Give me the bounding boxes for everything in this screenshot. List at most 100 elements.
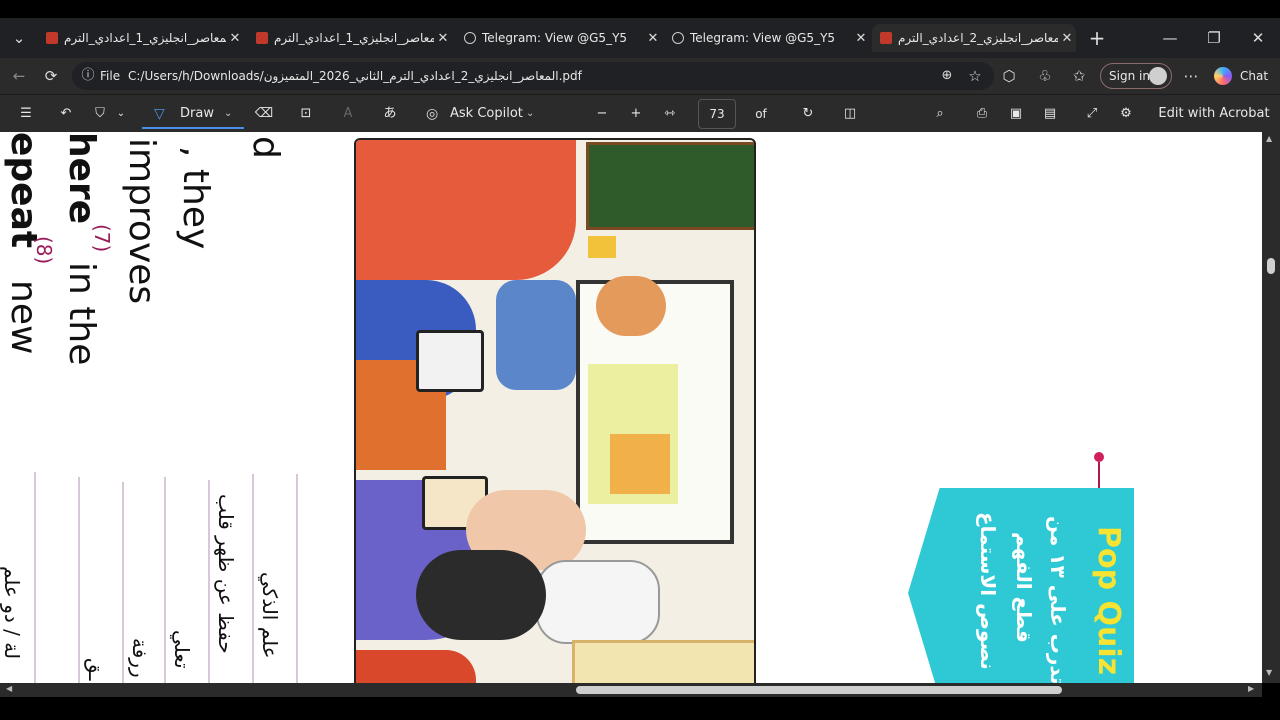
tab-4[interactable]: Telegram: View @G5_Y5 ✕ [664,24,870,52]
arabic-text: ررفة [128,638,152,678]
eraser-icon[interactable]: ⌫ [252,95,276,133]
refresh-button[interactable]: ⟳ [38,62,64,90]
more-menu-icon[interactable]: ⋯ [1180,62,1202,90]
pop-quiz-title: Pop Quiz [1091,526,1126,676]
page-total: of 330 [750,107,773,159]
zoom-in-button[interactable]: + [624,95,648,133]
vertical-scrollbar[interactable]: ▲ ▼ [1262,132,1280,683]
draw-button[interactable]: ▽ Draw ⌄ [142,95,244,133]
page-text-line: improves [121,138,162,305]
scrollbar-thumb[interactable] [576,686,1062,694]
page-text-line: in the [61,262,102,366]
contents-icon[interactable]: ☰ [14,95,38,133]
back-button[interactable]: ← [6,62,32,90]
copilot-outline-icon: ◎ [426,106,439,122]
close-icon[interactable]: ✕ [852,31,870,46]
tab-2[interactable]: المعاصر_انجليزي_1_اعدادي_الترم* ✕ [248,24,452,52]
ask-copilot-button[interactable]: ◎ Ask Copilot ⌄ [420,95,542,133]
fullscreen-icon[interactable]: ⤢ [1080,95,1104,133]
close-icon[interactable]: ✕ [434,31,452,46]
zoom-out-button[interactable]: − [590,95,614,133]
copilot-icon [1214,67,1232,85]
pdf-icon [46,32,58,44]
page-number-label: (7) [90,224,114,253]
scroll-right-arrow[interactable]: ▶ [1248,684,1254,693]
address-bar[interactable]: ⓘ File C:/Users/h/Downloads/المعاصر_انجل… [72,62,994,90]
student-figure [356,650,476,683]
tab-bar: ⌄ المعاصر_انجليزي_1_اعدادي_الترم ✕ المعا… [0,18,1280,58]
tab-title: Telegram: View @G5_Y5 [690,31,836,45]
close-icon[interactable]: ✕ [644,31,662,46]
table-line [78,477,80,683]
student-figure [356,140,576,280]
extensions-icon[interactable]: ⬡ [998,62,1020,90]
sign-in-button[interactable]: Sign in [1100,63,1172,89]
pop-quiz-text: نصوص الاستماع [976,512,1000,670]
tab-1[interactable]: المعاصر_انجليزي_1_اعدادي_الترم ✕ [38,24,244,52]
arabic-text: لة / دو علم [0,566,24,660]
info-icon[interactable]: ⓘ [78,62,98,90]
minimize-button[interactable]: — [1158,24,1182,52]
tab-5-active[interactable]: المعاصر_انجليزي_2_اعدادي_الترم* ✕ [872,24,1076,52]
favorites-icon[interactable]: ✩ [1068,62,1090,90]
highlight-icon[interactable]: ⛉ [88,95,112,133]
favorite-star-icon[interactable]: ☆ [964,62,986,90]
avatar [1149,67,1167,85]
student-figure [416,550,546,640]
page-text-line: d [245,136,286,159]
arabic-text: ـق [84,658,108,681]
text-box-icon[interactable]: ⊡ [294,95,318,133]
pdf-toolbar: ☰ ↶ ⛉ ⌄ ▽ Draw ⌄ ⌫ ⊡ A あ ◎ Ask Copilot ⌄… [0,94,1280,159]
teacher-hair [596,276,666,336]
window [572,640,754,683]
tablet-device [416,330,484,392]
search-icon[interactable]: ⌕ [928,95,952,133]
restore-button[interactable]: ❐ [1202,24,1226,52]
print-icon[interactable]: ⎙ [970,95,994,133]
tab-search-icon[interactable]: ⌄ [6,24,32,52]
pop-quiz-text: قطع الفهم [1012,532,1036,643]
address-bar-row: ← ⟳ ⓘ File C:/Users/h/Downloads/المعاصر_… [0,58,1280,94]
classroom-illustration [354,138,756,683]
tab-3[interactable]: Telegram: View @G5_Y5 ✕ [456,24,662,52]
pdf-page-viewport[interactable]: d , they improves here (7) in the epeat … [0,132,1262,683]
table-line [252,474,254,683]
save-as-icon[interactable]: ▤ [1038,95,1062,133]
table-line [296,474,298,683]
edit-with-acrobat-button[interactable]: Edit with Acrobat [1156,95,1272,133]
read-aloud-icon[interactable]: あ [378,95,402,133]
settings-gear-icon[interactable]: ⚙ [1114,95,1138,133]
scrollbar-thumb[interactable] [1267,258,1275,274]
page-text-line: epeat [3,132,44,249]
copilot-chat-button[interactable]: Chat [1210,62,1274,90]
page-number-input[interactable]: 73 [698,99,736,129]
save-icon[interactable]: ▣ [1004,95,1028,133]
zoom-icon[interactable]: ⊕ [936,62,958,90]
arabic-text: تعلي [170,630,194,669]
scroll-down-arrow[interactable]: ▼ [1266,668,1272,677]
page-number-label: (8) [32,236,56,265]
table-line [164,477,166,683]
chevron-down-icon: ⌄ [526,108,535,119]
browser-essentials-icon[interactable]: ♧ [1034,62,1056,90]
scroll-left-arrow[interactable]: ◀ [6,684,12,693]
wall-poster [588,236,616,258]
scroll-up-arrow[interactable]: ▲ [1266,134,1272,143]
new-tab-button[interactable]: + [1084,24,1110,52]
student-figure [536,560,660,644]
address-url[interactable]: C:/Users/h/Downloads/المعاصر_انجليزي_2_ا… [128,62,582,90]
horizontal-scrollbar[interactable]: ◀ ▶ [0,683,1262,697]
fit-page-icon[interactable]: ⇿ [658,95,682,133]
page-view-icon[interactable]: ◫ [838,95,862,133]
globe-icon [464,32,476,44]
close-icon[interactable]: ✕ [226,31,244,46]
window-close-button[interactable]: ✕ [1246,24,1270,52]
close-icon[interactable]: ✕ [1058,31,1076,46]
rotate-icon[interactable]: ↻ [796,95,820,133]
highlight-dropdown-icon[interactable]: ⌄ [114,95,128,133]
undo-icon[interactable]: ↶ [54,95,78,133]
arabic-text: علم الذكي [258,572,282,659]
table-line [122,482,124,683]
pdf-icon [256,32,268,44]
screen-building [610,434,670,494]
